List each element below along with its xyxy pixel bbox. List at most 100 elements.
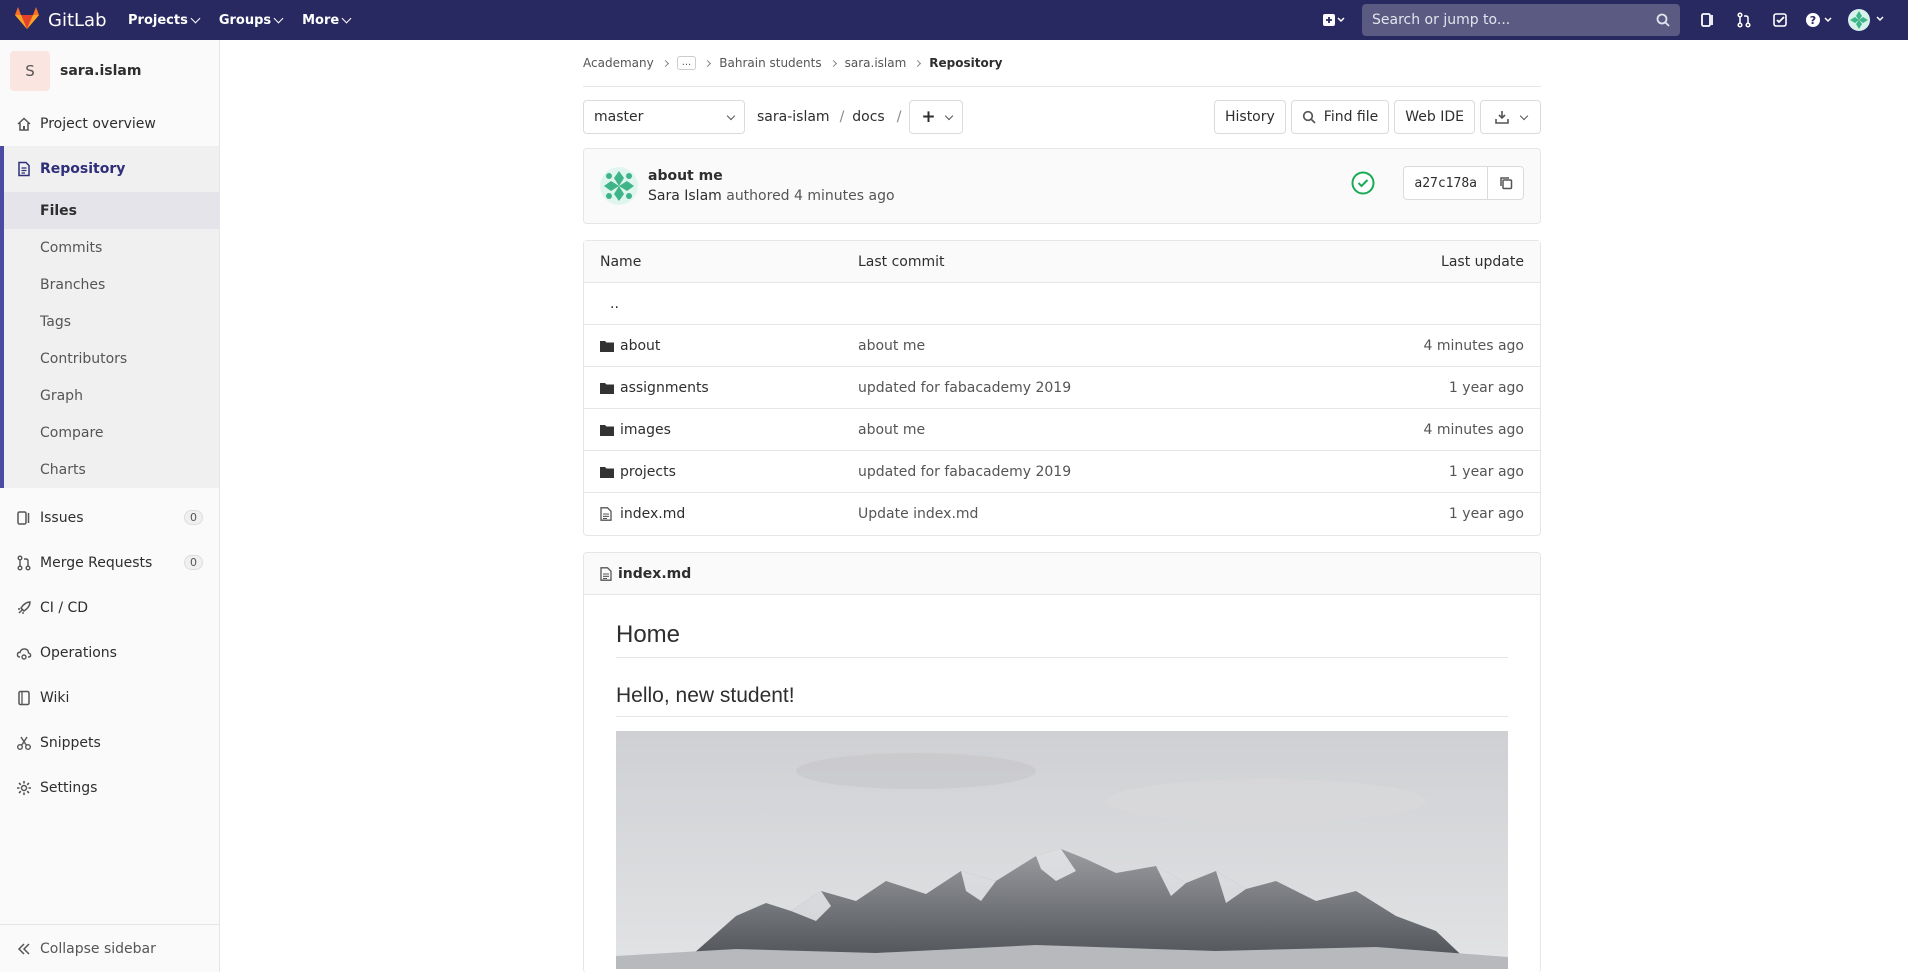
path-root-link[interactable]: sara-islam xyxy=(757,109,830,125)
file-path-breadcrumb: sara-islam / docs / xyxy=(757,109,909,125)
todos-nav-button[interactable] xyxy=(1762,0,1798,40)
pipeline-passed-icon[interactable] xyxy=(1351,171,1375,195)
last-update-time: 1 year ago xyxy=(1448,506,1524,522)
sidebar-item-operations[interactable]: Operations xyxy=(0,630,219,675)
sidebar-item-merge-requests[interactable]: Merge Requests 0 xyxy=(0,540,219,585)
column-header-last-update: Last update xyxy=(1441,253,1524,270)
sidebar-subitem-graph[interactable]: Graph xyxy=(4,377,219,414)
file-name-link[interactable]: assignments xyxy=(620,380,709,396)
commit-info: about me Sara Islam authored 4 minutes a… xyxy=(648,168,895,204)
groups-menu[interactable]: Groups xyxy=(218,12,284,28)
file-name-link[interactable]: images xyxy=(620,422,671,438)
add-to-tree-dropdown[interactable]: + xyxy=(909,100,964,134)
readme-filename-link[interactable]: index.md xyxy=(618,566,691,582)
breadcrumb-item-sara-islam[interactable]: sara.islam xyxy=(845,56,907,70)
path-docs-link[interactable]: docs xyxy=(852,109,884,125)
more-menu[interactable]: More xyxy=(302,13,352,28)
last-update-time: 1 year ago xyxy=(1448,463,1524,480)
issues-count-badge: 0 xyxy=(184,510,203,525)
chevron-down-icon xyxy=(944,111,953,120)
breadcrumb-ellipsis-button[interactable]: ... xyxy=(676,56,697,70)
find-file-button[interactable]: Find file xyxy=(1290,100,1390,134)
copy-icon xyxy=(1499,177,1512,190)
sidebar: S sara.islam Project overview Repository… xyxy=(0,40,220,972)
sidebar-subitem-contributors[interactable]: Contributors xyxy=(4,340,219,377)
parent-dir-link[interactable]: .. xyxy=(600,296,858,312)
sidebar-item-label: Operations xyxy=(40,644,117,661)
issues-icon xyxy=(1701,13,1713,27)
file-name-link[interactable]: projects xyxy=(620,464,676,480)
web-ide-button[interactable]: Web IDE xyxy=(1394,100,1475,134)
issues-nav-button[interactable] xyxy=(1690,0,1726,40)
project-header[interactable]: S sara.islam xyxy=(0,40,219,102)
help-icon: ? xyxy=(1806,13,1832,27)
file-name-link[interactable]: about xyxy=(620,338,660,354)
sidebar-subitem-compare[interactable]: Compare xyxy=(4,414,219,451)
sidebar-item-settings[interactable]: Settings xyxy=(0,765,219,810)
last-update-time: 4 minutes ago xyxy=(1423,421,1524,438)
chevron-down-icon xyxy=(273,13,284,23)
help-dropdown[interactable]: ? xyxy=(1798,0,1842,40)
download-dropdown[interactable] xyxy=(1480,100,1541,134)
author-avatar[interactable] xyxy=(600,167,638,205)
user-menu[interactable] xyxy=(1842,0,1892,40)
table-row[interactable]: index.md Update index.md 1 year ago xyxy=(584,493,1540,535)
merge-requests-count-badge: 0 xyxy=(184,555,203,570)
sidebar-item-ci-cd[interactable]: CI / CD xyxy=(0,585,219,630)
project-name: sara.islam xyxy=(60,63,142,79)
chevron-down-icon xyxy=(1519,111,1528,120)
rocket-icon xyxy=(16,600,32,616)
sidebar-item-snippets[interactable]: Snippets xyxy=(0,720,219,765)
sidebar-subitem-files[interactable]: Files xyxy=(4,192,219,229)
new-dropdown[interactable] xyxy=(1314,0,1354,40)
commit-message-link[interactable]: about me xyxy=(858,338,925,354)
readme-panel: index.md Home Hello, new student! xyxy=(583,552,1541,972)
sidebar-subitem-charts[interactable]: Charts xyxy=(4,451,219,488)
gear-icon xyxy=(16,780,32,796)
table-row[interactable]: assignments updated for fabacademy 2019 … xyxy=(584,367,1540,409)
sidebar-subitem-commits[interactable]: Commits xyxy=(4,229,219,266)
sidebar-item-repository[interactable]: Repository xyxy=(4,146,219,192)
file-name-link[interactable]: index.md xyxy=(620,506,685,522)
sidebar-subitem-branches[interactable]: Branches xyxy=(4,266,219,303)
chevron-right-icon xyxy=(704,59,712,67)
table-row[interactable]: images about me 4 minutes ago xyxy=(584,409,1540,451)
copy-sha-button[interactable] xyxy=(1488,166,1524,200)
toolbar-actions: History Find file Web IDE xyxy=(1213,100,1541,134)
collapse-sidebar-button[interactable]: Collapse sidebar xyxy=(0,924,220,972)
mountain-image xyxy=(616,731,1508,969)
history-button[interactable]: History xyxy=(1213,100,1286,134)
scissors-icon xyxy=(16,735,32,751)
breadcrumb-item-bahrain-students[interactable]: Bahrain students xyxy=(719,56,821,70)
search-input[interactable]: Search or jump to... xyxy=(1362,4,1680,36)
commit-sha[interactable]: a27c178a xyxy=(1403,166,1488,200)
sidebar-item-project-overview[interactable]: Project overview xyxy=(0,102,219,146)
gitlab-home-link[interactable]: GitLab xyxy=(0,6,120,34)
projects-menu[interactable]: Projects xyxy=(128,13,201,28)
file-text-icon xyxy=(600,507,614,521)
branch-select[interactable]: master xyxy=(583,100,745,134)
commit-title-link[interactable]: about me xyxy=(648,168,895,184)
breadcrumb: Academany ... Bahrain students sara.isla… xyxy=(583,40,1541,87)
table-row[interactable]: projects updated for fabacademy 2019 1 y… xyxy=(584,451,1540,493)
commit-message-link[interactable]: Update index.md xyxy=(858,506,978,522)
table-row[interactable]: about about me 4 minutes ago xyxy=(584,325,1540,367)
merge-requests-nav-button[interactable] xyxy=(1726,0,1762,40)
user-avatar-icon xyxy=(1848,9,1884,31)
commit-author-link[interactable]: Sara Islam xyxy=(648,188,722,204)
table-row-parent[interactable]: .. xyxy=(584,283,1540,325)
sidebar-item-issues[interactable]: Issues 0 xyxy=(0,495,219,540)
issues-icon xyxy=(16,510,32,526)
sidebar-item-label: Repository xyxy=(40,161,126,177)
groups-menu-label: Groups xyxy=(218,12,272,28)
commit-authored-time: authored 4 minutes ago xyxy=(726,188,895,204)
sidebar-subitem-tags[interactable]: Tags xyxy=(4,303,219,340)
commit-message-link[interactable]: about me xyxy=(858,422,925,438)
sidebar-item-wiki[interactable]: Wiki xyxy=(0,675,219,720)
breadcrumb-current[interactable]: Repository xyxy=(929,56,1002,70)
search-icon xyxy=(1656,13,1670,27)
branch-select-value: master xyxy=(594,109,644,125)
commit-message-link[interactable]: updated for fabacademy 2019 xyxy=(858,464,1071,480)
commit-message-link[interactable]: updated for fabacademy 2019 xyxy=(858,380,1071,396)
breadcrumb-item-academany[interactable]: Academany xyxy=(583,56,654,70)
